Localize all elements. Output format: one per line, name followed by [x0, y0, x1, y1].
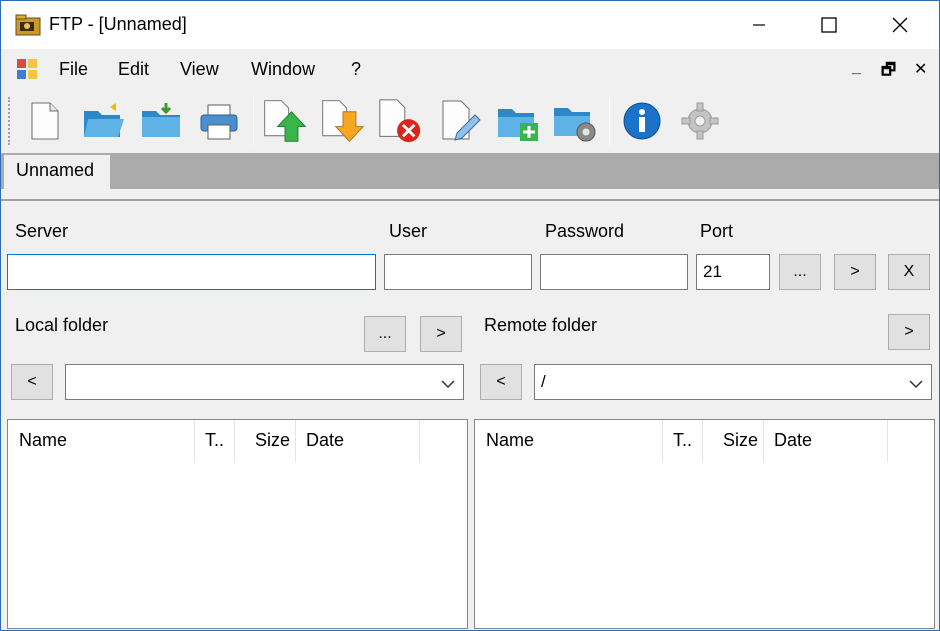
tab-unnamed[interactable]: Unnamed: [4, 155, 110, 189]
menu-help[interactable]: ?: [351, 59, 361, 80]
local-file-list[interactable]: Name T.. Size Date: [7, 419, 468, 629]
folder-settings-icon[interactable]: [552, 97, 600, 145]
upload-icon[interactable]: [261, 97, 309, 145]
toolbar-grip[interactable]: [8, 97, 11, 145]
remote-folder-label: Remote folder: [484, 315, 598, 335]
chevron-down-icon: [909, 375, 923, 389]
menu-file[interactable]: File: [59, 59, 88, 80]
connection-panel: Server User Password Port ... > X Local …: [1, 199, 939, 630]
app-window: FTP - [Unnamed] File Edit View Window ? …: [0, 0, 940, 631]
new-folder-icon[interactable]: [494, 97, 542, 145]
menu-view[interactable]: View: [180, 59, 219, 80]
info-icon[interactable]: [618, 97, 666, 145]
settings-gear-icon[interactable]: [676, 97, 724, 145]
maximize-button[interactable]: [794, 1, 864, 49]
column-header-type[interactable]: T..: [663, 420, 703, 462]
password-label: Password: [545, 221, 625, 241]
title-bar: FTP - [Unnamed]: [1, 1, 939, 49]
mdi-restore-button[interactable]: 🗗: [881, 59, 896, 86]
port-input[interactable]: [696, 254, 770, 290]
tab-content-border: [1, 189, 939, 199]
minimize-button[interactable]: [724, 1, 794, 49]
local-go-button[interactable]: >: [420, 316, 462, 352]
menu-edit[interactable]: Edit: [118, 59, 149, 80]
toolbar: [1, 89, 939, 153]
column-header-name[interactable]: Name: [8, 420, 195, 462]
toolbar-separator: [253, 97, 254, 145]
user-input[interactable]: [384, 254, 532, 290]
close-button[interactable]: [865, 1, 935, 49]
column-header-type[interactable]: T..: [195, 420, 235, 462]
rename-icon[interactable]: [437, 97, 485, 145]
remote-path-combo[interactable]: /: [534, 364, 932, 400]
save-folder-icon[interactable]: [138, 97, 186, 145]
mdi-close-button[interactable]: ✕: [914, 59, 927, 79]
print-icon[interactable]: [195, 97, 243, 145]
column-header-date[interactable]: Date: [764, 420, 888, 462]
local-path-combo[interactable]: [65, 364, 464, 400]
remote-path-value: /: [541, 372, 546, 391]
local-browse-button[interactable]: ...: [364, 316, 406, 352]
server-browse-button[interactable]: ...: [779, 254, 821, 290]
document-tab-strip: Unnamed: [1, 153, 939, 189]
password-input[interactable]: [540, 254, 688, 290]
local-back-button[interactable]: <: [11, 364, 53, 400]
download-icon[interactable]: [319, 97, 367, 145]
remote-back-button[interactable]: <: [480, 364, 522, 400]
toolbar-separator: [609, 97, 610, 145]
server-input[interactable]: [7, 254, 376, 290]
disconnect-button[interactable]: X: [888, 254, 930, 290]
column-header-size[interactable]: Size: [235, 420, 296, 462]
ftp-app-icon: [15, 14, 41, 36]
delete-icon[interactable]: [376, 97, 424, 145]
user-label: User: [389, 221, 428, 241]
window-title: FTP - [Unnamed]: [49, 14, 187, 34]
connect-button[interactable]: >: [834, 254, 876, 290]
remote-go-button[interactable]: >: [888, 314, 930, 350]
open-folder-icon[interactable]: [80, 97, 128, 145]
port-label: Port: [700, 221, 734, 241]
new-document-icon[interactable]: [21, 97, 69, 145]
server-label: Server: [15, 221, 69, 241]
column-header-size[interactable]: Size: [703, 420, 764, 462]
mdi-minimize-button[interactable]: _: [852, 59, 861, 77]
document-window-icon[interactable]: [16, 58, 38, 80]
chevron-down-icon: [441, 375, 455, 389]
column-header-date[interactable]: Date: [296, 420, 420, 462]
menu-window[interactable]: Window: [251, 59, 315, 80]
menu-bar: File Edit View Window ? _ 🗗 ✕: [1, 49, 939, 89]
remote-file-list[interactable]: Name T.. Size Date: [474, 419, 935, 629]
local-folder-label: Local folder: [15, 315, 109, 335]
column-header-name[interactable]: Name: [475, 420, 663, 462]
